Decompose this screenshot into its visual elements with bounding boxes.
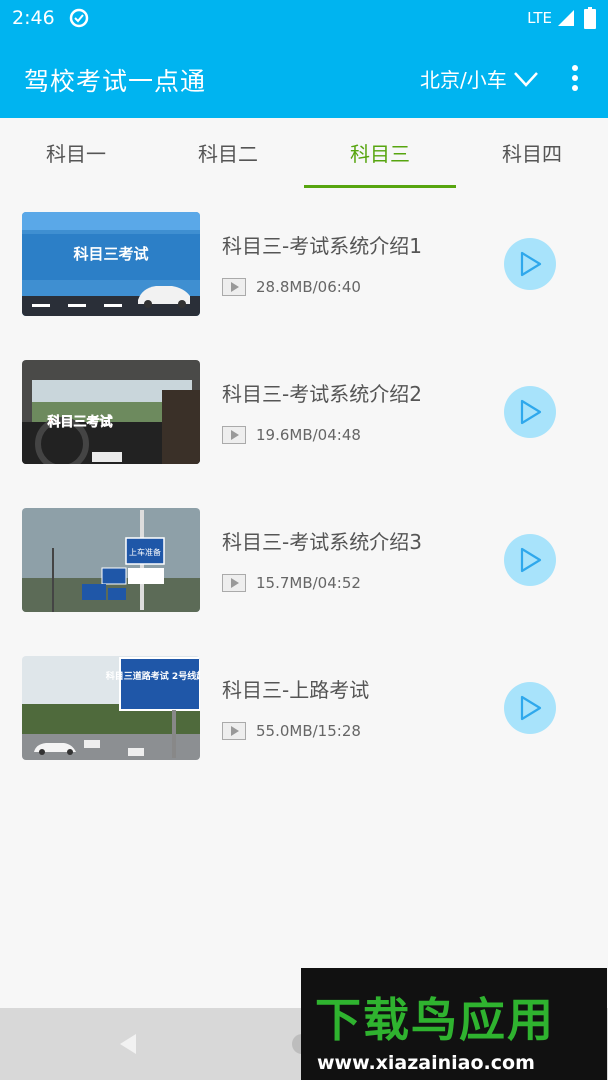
video-meta: 28.8MB/06:40	[222, 278, 361, 296]
city-selector[interactable]: 北京/小车	[420, 64, 539, 93]
play-icon	[520, 399, 542, 425]
more-vertical-icon[interactable]	[563, 64, 587, 92]
app-title: 驾校考试一点通	[24, 67, 207, 96]
watermark-url: www.xiazainiao.com	[317, 1052, 535, 1074]
video-title: 科目三-考试系统介绍1	[222, 234, 422, 258]
video-title: 科目三-考试系统介绍3	[222, 530, 422, 554]
status-bar: 2:46 LTE	[0, 0, 608, 38]
video-size-duration: 28.8MB/06:40	[256, 278, 361, 296]
play-button[interactable]	[504, 534, 556, 586]
video-size-duration: 55.0MB/15:28	[256, 722, 361, 740]
video-title: 科目三-上路考试	[222, 678, 370, 702]
thumbnail-caption: 科目三考试	[47, 414, 112, 430]
video-file-icon	[222, 574, 246, 592]
app-bar: 驾校考试一点通 北京/小车	[0, 38, 608, 118]
video-file-icon	[222, 426, 246, 444]
notification-icon	[69, 8, 89, 28]
thumbnail-caption: 上车准备	[129, 547, 161, 557]
thumbnail-caption: 科目三考试	[73, 245, 148, 263]
watermark: 下载鸟应用 www.xiazainiao.com	[301, 968, 607, 1080]
tab-subject-3[interactable]: 科目三	[304, 118, 456, 190]
battery-icon	[584, 7, 596, 29]
video-thumbnail: 上车准备	[22, 508, 200, 612]
city-label: 北京/小车	[420, 68, 507, 92]
video-size-duration: 19.6MB/04:48	[256, 426, 361, 444]
list-item[interactable]: 科目三道路考试 2号线起点 科目三-上路考试 55.0MB/15:28	[0, 634, 608, 782]
play-button[interactable]	[504, 238, 556, 290]
video-thumbnail: 科目三道路考试 2号线起点	[22, 656, 200, 760]
video-meta: 15.7MB/04:52	[222, 574, 361, 592]
tab-bar: 科目一 科目二 科目三 科目四	[0, 118, 608, 190]
list-item[interactable]: 科目三考试 科目三-考试系统介绍2 19.6MB/04:48	[0, 338, 608, 486]
watermark-brand: 下载鸟应用	[315, 993, 555, 1047]
video-title: 科目三-考试系统介绍2	[222, 382, 422, 406]
thumbnail-caption: 科目三道路考试 2号线起点	[106, 670, 200, 682]
tab-indicator	[304, 185, 456, 188]
video-thumbnail: 科目三考试	[22, 212, 200, 316]
video-file-icon	[222, 722, 246, 740]
play-icon	[520, 695, 542, 721]
play-icon	[520, 251, 542, 277]
list-item[interactable]: 上车准备 科目三-考试系统介绍3 15.7MB/04:52	[0, 486, 608, 634]
video-file-icon	[222, 278, 246, 296]
tab-subject-2[interactable]: 科目二	[152, 118, 304, 190]
tab-subject-1[interactable]: 科目一	[0, 118, 152, 190]
play-button[interactable]	[504, 682, 556, 734]
chevron-down-icon	[513, 71, 538, 87]
video-meta: 19.6MB/04:48	[222, 426, 361, 444]
status-time: 2:46	[12, 7, 55, 29]
video-thumbnail: 科目三考试	[22, 360, 200, 464]
video-size-duration: 15.7MB/04:52	[256, 574, 361, 592]
play-icon	[520, 547, 542, 573]
signal-icon	[558, 10, 574, 26]
back-icon[interactable]	[116, 1032, 140, 1056]
tab-subject-4[interactable]: 科目四	[456, 118, 608, 190]
play-button[interactable]	[504, 386, 556, 438]
video-meta: 55.0MB/15:28	[222, 722, 361, 740]
network-type: LTE	[527, 9, 552, 27]
list-item[interactable]: 科目三考试 科目三-考试系统介绍1 28.8MB/06:40	[0, 190, 608, 338]
